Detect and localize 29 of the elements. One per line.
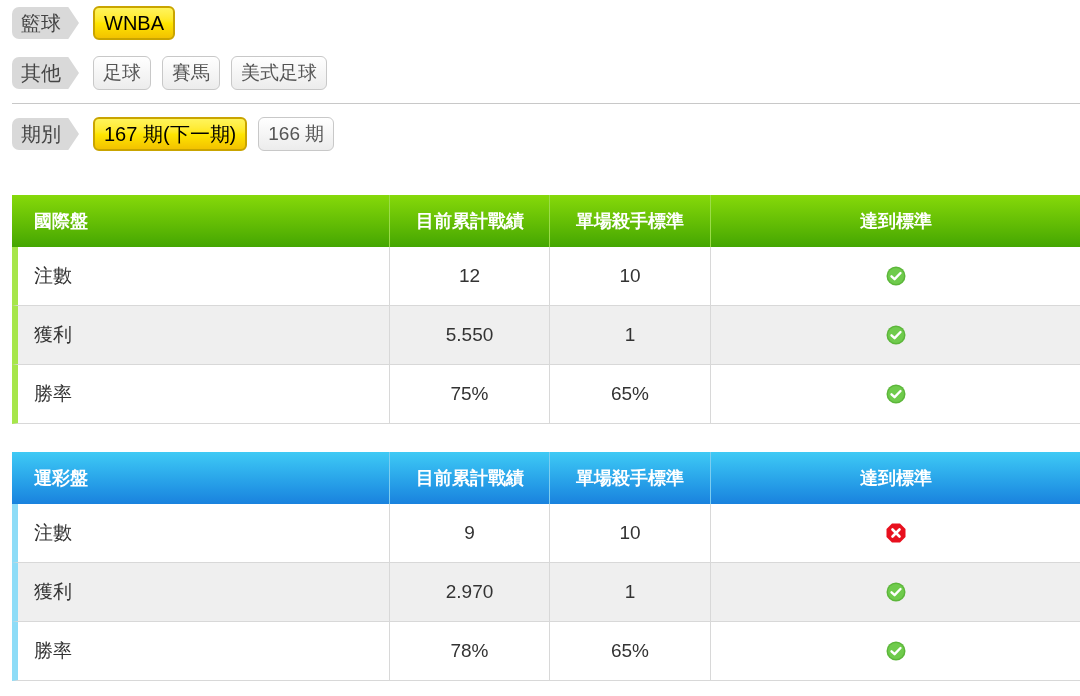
- table-cell-text: 勝率: [33, 638, 73, 663]
- table-cell: 65%: [549, 622, 710, 680]
- table-cell: 1: [549, 563, 710, 621]
- table-cell-text: 注數: [33, 520, 73, 545]
- table-cell: 78%: [389, 622, 549, 680]
- category-label: 期別: [12, 118, 79, 150]
- table-cell-text: 注數: [33, 263, 73, 288]
- table-cell-text: 獲利: [33, 579, 73, 604]
- column-header: 國際盤: [33, 209, 89, 233]
- table-cell: 2.970: [389, 563, 549, 621]
- filter-option[interactable]: 美式足球: [231, 56, 327, 90]
- table-cell: 9: [389, 504, 549, 562]
- filter-option[interactable]: 166 期: [258, 117, 335, 151]
- table-cell: 10: [549, 247, 710, 305]
- table-cell-text: 獲利: [33, 322, 73, 347]
- category-label: 其他: [12, 57, 79, 89]
- category-label: 籃球: [12, 7, 79, 39]
- table-cell: 5.550: [389, 306, 549, 364]
- table-cell: 65%: [549, 365, 710, 423]
- table-cell: 75%: [389, 365, 549, 423]
- table-cell: 12: [389, 247, 549, 305]
- table-cell-text: 勝率: [33, 381, 73, 406]
- filter-option[interactable]: 167 期(下一期): [93, 117, 248, 151]
- table-cell: 1: [549, 306, 710, 364]
- filter-option[interactable]: 賽馬: [162, 56, 220, 90]
- filter-option[interactable]: 足球: [93, 56, 151, 90]
- table-cell: 10: [549, 504, 710, 562]
- column-header: 運彩盤: [33, 466, 89, 490]
- filter-option[interactable]: WNBA: [93, 6, 175, 40]
